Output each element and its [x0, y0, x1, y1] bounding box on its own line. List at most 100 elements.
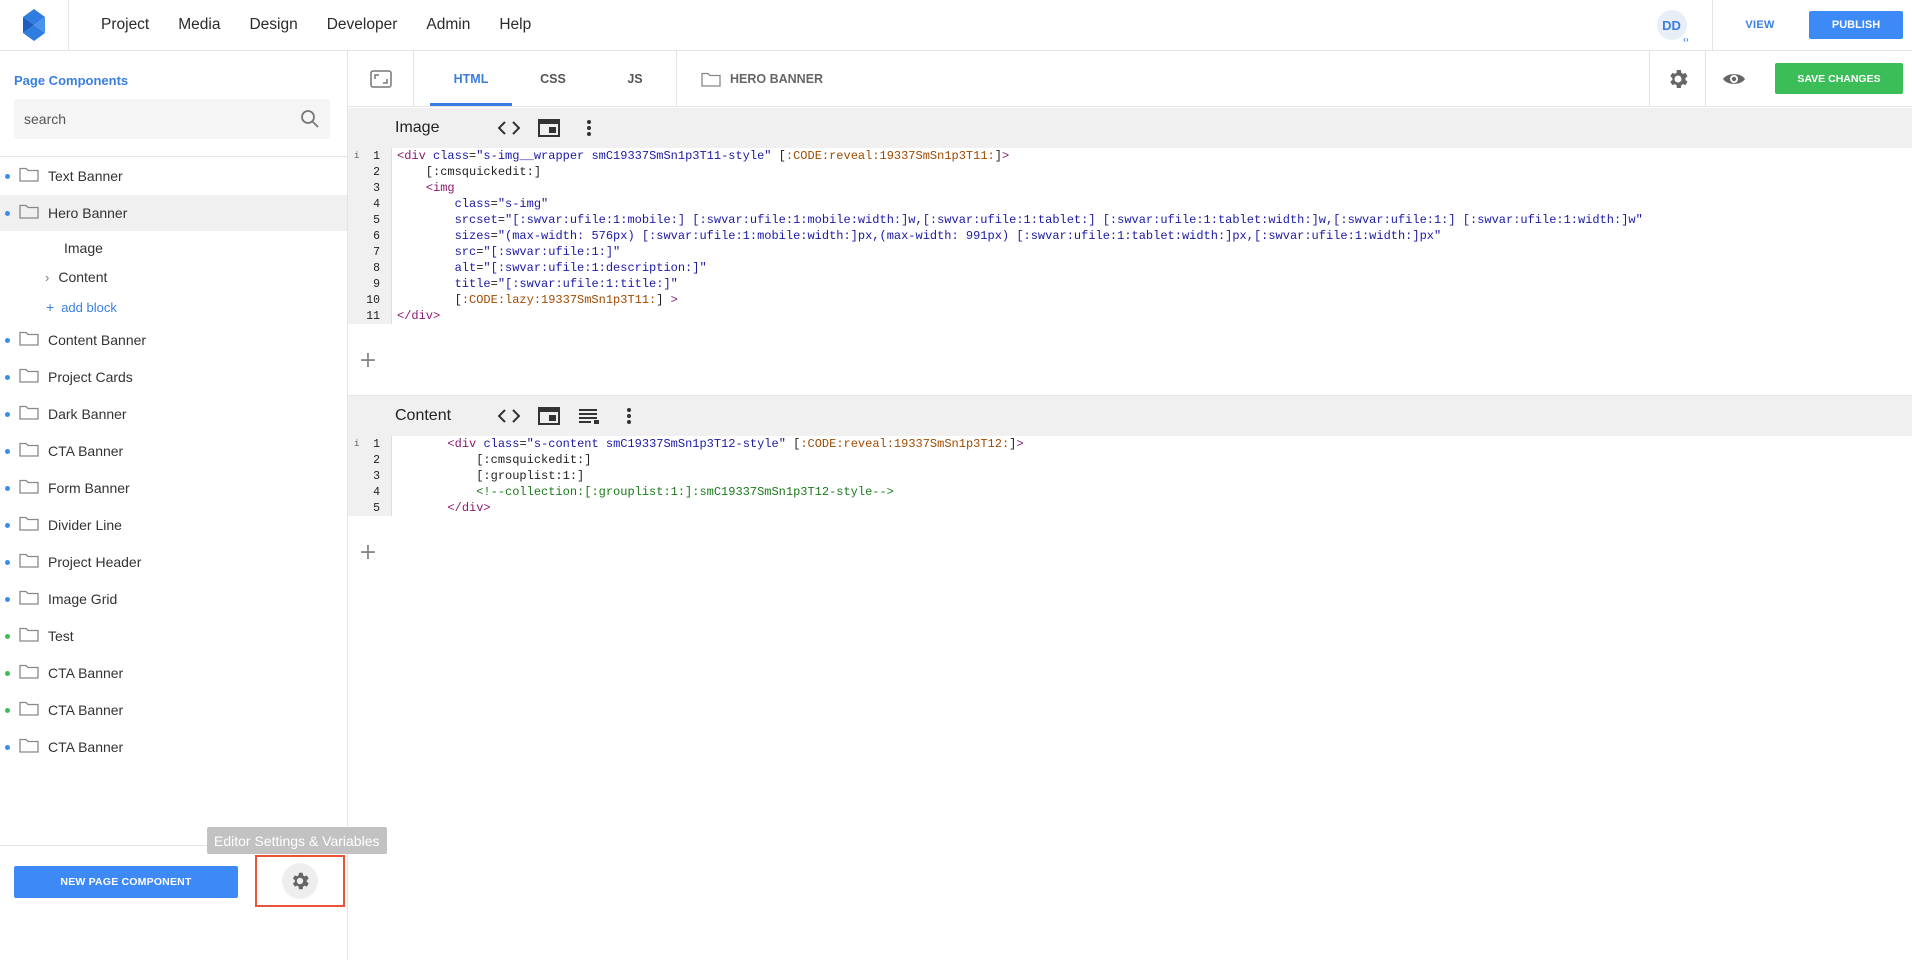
nav-design[interactable]: Design	[249, 16, 297, 34]
code-view-icon[interactable]	[489, 121, 529, 135]
sidebar-item[interactable]: CTA Banner	[0, 433, 347, 469]
more-options-icon[interactable]	[569, 119, 609, 137]
code-mini-icon: ‹›	[1683, 35, 1689, 44]
app-logo[interactable]	[0, 0, 69, 50]
code-line: 3 [:grouplist:1:]	[348, 468, 1912, 484]
status-dot	[5, 744, 10, 750]
code-view-icon[interactable]	[489, 409, 529, 423]
view-button[interactable]: VIEW	[1713, 19, 1807, 31]
code-line: i1 <div class="s-content smC19337SmSn1p3…	[348, 436, 1912, 452]
top-bar: Project Media Design Developer Admin Hel…	[0, 0, 1912, 51]
sidebar-title: Page Components	[14, 73, 129, 88]
sub-item-label: Content	[58, 269, 108, 285]
sidebar-item[interactable]: Form Banner	[0, 470, 347, 506]
folder-icon	[19, 700, 39, 721]
sidebar-item[interactable]: Project Header	[0, 544, 347, 580]
folder-icon	[19, 626, 39, 647]
folder-icon	[19, 737, 39, 758]
eye-icon	[1722, 73, 1745, 84]
status-dot	[5, 633, 10, 639]
new-page-component-button[interactable]: NEW PAGE COMPONENT	[14, 866, 238, 898]
sidebar-item[interactable]: CTA Banner	[0, 692, 347, 728]
code-line: 4 <!--collection:[:grouplist:1:]:smC1933…	[348, 484, 1912, 500]
sidebar-item-label: Dark Banner	[48, 406, 127, 422]
more-options-icon[interactable]	[609, 407, 649, 425]
sidebar-divider	[0, 156, 347, 157]
sidebar-item[interactable]: Dark Banner	[0, 396, 347, 432]
gear-icon	[1669, 69, 1687, 88]
nav-developer[interactable]: Developer	[327, 16, 398, 34]
main-nav: Project Media Design Developer Admin Hel…	[69, 0, 560, 50]
status-dot	[5, 596, 10, 602]
avatar[interactable]: DD ‹›	[1656, 10, 1689, 44]
publish-button[interactable]: PUBLISH	[1809, 11, 1903, 39]
editor-settings-gear-button[interactable]	[1649, 51, 1705, 106]
code-editor-content[interactable]: i1 <div class="s-content smC19337SmSn1p3…	[348, 436, 1912, 516]
folder-icon	[19, 404, 39, 425]
sidebar-item[interactable]: Hero Banner	[0, 195, 347, 231]
tooltip: Editor Settings & Variables	[207, 827, 387, 854]
folder-icon	[19, 203, 39, 224]
block-title: Content	[395, 407, 452, 424]
nav-project[interactable]: Project	[101, 16, 149, 34]
sidebar-item[interactable]: CTA Banner	[0, 729, 347, 765]
sidebar-item-label: Test	[48, 628, 74, 644]
editor-settings-highlight	[255, 855, 345, 907]
nav-help[interactable]: Help	[499, 16, 531, 34]
tab-html[interactable]: HTML	[430, 51, 512, 106]
folder-icon	[19, 166, 39, 187]
code-line: 2 [:cmsquickedit:]	[348, 452, 1912, 468]
editor-settings-button[interactable]	[282, 863, 318, 899]
folder-icon	[19, 552, 39, 573]
sidebar-item-label: CTA Banner	[48, 665, 124, 681]
code-line: 7 src="[:swvar:ufile:1:]"	[348, 244, 1912, 260]
sub-item-image[interactable]: Image	[64, 234, 103, 262]
chevron-right-icon[interactable]: ›	[45, 270, 49, 285]
add-block-link[interactable]: + add block	[46, 293, 117, 321]
sidebar-item[interactable]: CTA Banner	[0, 655, 347, 691]
sidebar-item-label: Content Banner	[48, 332, 147, 348]
sidebar-item-label: Form Banner	[48, 480, 130, 496]
sidebar-item-label: Hero Banner	[48, 205, 128, 221]
layout-icon[interactable]	[529, 407, 569, 425]
avatar-initials: DD	[1662, 17, 1681, 33]
sub-item-label: Image	[64, 240, 103, 256]
block-header-content: Content	[348, 396, 1912, 436]
preview-button[interactable]	[1705, 51, 1761, 106]
status-dot	[5, 670, 10, 676]
sidebar-item[interactable]: Image Grid	[0, 581, 347, 617]
add-block-plus-icon[interactable]: +	[358, 348, 378, 373]
editor-tabs: HTML CSS JS	[430, 51, 676, 106]
breadcrumb: HERO BANNER	[701, 71, 823, 87]
save-changes-button[interactable]: SAVE CHANGES	[1775, 63, 1903, 94]
search-box	[14, 99, 330, 139]
status-dot	[5, 210, 10, 216]
folder-icon	[19, 441, 39, 462]
status-dot	[5, 411, 10, 417]
search-icon[interactable]	[300, 109, 320, 129]
code-editor-image[interactable]: i 1 <div class="s-img__wrapper smC19337SmS…	[348, 148, 1912, 324]
code-line: 11 </div>	[348, 308, 1912, 324]
sidebar-item[interactable]: Text Banner	[0, 158, 347, 194]
sidebar-item[interactable]: Test	[0, 618, 347, 654]
sub-item-content[interactable]: › Content	[45, 263, 107, 291]
search-input[interactable]	[24, 111, 284, 127]
nav-admin[interactable]: Admin	[426, 16, 470, 34]
tab-js[interactable]: JS	[594, 51, 676, 106]
status-dot	[5, 173, 10, 179]
sidebar-item-label: Text Banner	[48, 168, 123, 184]
sidebar-item-label: Image Grid	[48, 591, 118, 607]
sidebar-item[interactable]: Project Cards	[0, 359, 347, 395]
sidebar-item[interactable]: Divider Line	[0, 507, 347, 543]
status-dot	[5, 707, 10, 713]
user-menu[interactable]: DD ‹›	[1631, 0, 1713, 50]
frame-toggle-button[interactable]	[348, 51, 414, 106]
folder-icon	[19, 330, 39, 351]
tab-css[interactable]: CSS	[512, 51, 594, 106]
add-block-plus-icon[interactable]: +	[358, 540, 378, 565]
nav-media[interactable]: Media	[178, 16, 220, 34]
layout-icon[interactable]	[529, 119, 569, 137]
editor-toolbar: HTML CSS JS HERO BANNER SAVE CHANGES	[348, 51, 1912, 107]
sidebar-item[interactable]: Content Banner	[0, 322, 347, 358]
list-icon[interactable]	[569, 408, 609, 424]
